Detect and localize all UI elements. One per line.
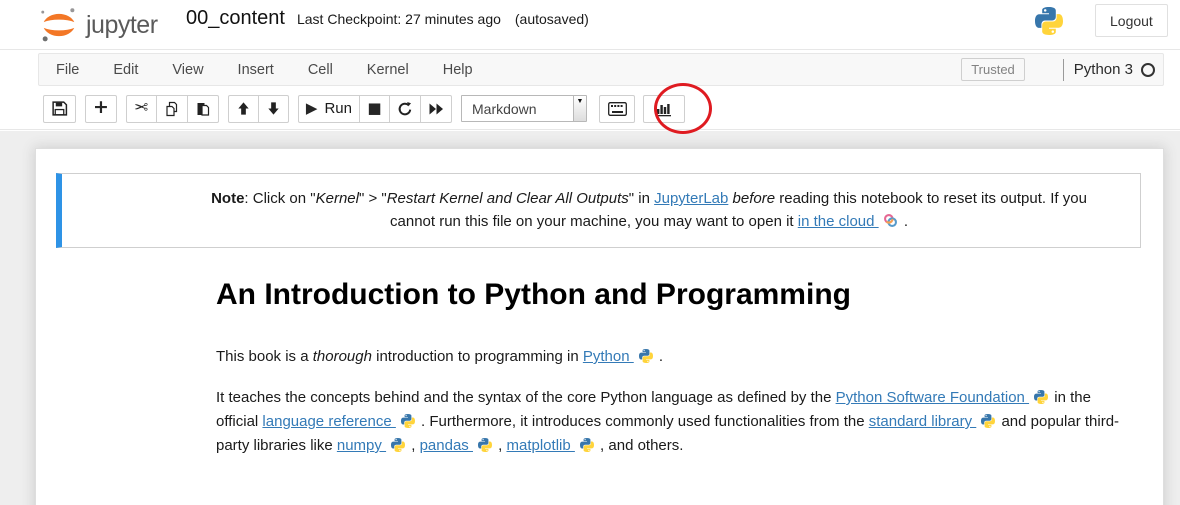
text-segment: , xyxy=(411,437,419,454)
copy-button[interactable] xyxy=(156,95,188,123)
move-cell-up-button[interactable] xyxy=(228,95,259,123)
menu-file[interactable]: File xyxy=(39,54,96,86)
text-link[interactable]: pandas xyxy=(420,437,473,454)
run-icon: ▶ xyxy=(306,101,318,116)
text-segment: introduction to programming in xyxy=(372,348,583,365)
text-link[interactable]: Python Software Foundation xyxy=(836,389,1029,406)
text-segment: . xyxy=(904,213,908,230)
separator xyxy=(1063,59,1064,81)
menu-kernel[interactable]: Kernel xyxy=(350,54,426,86)
text-segment: " in xyxy=(629,190,654,207)
menu-edit[interactable]: Edit xyxy=(96,54,155,86)
python-icon xyxy=(400,413,416,429)
notebook-title[interactable]: 00_content xyxy=(186,7,285,30)
checkpoint-status: Last Checkpoint: 27 minutes ago xyxy=(297,11,501,27)
binder-icon xyxy=(883,213,899,229)
text-segment: " > " xyxy=(359,190,387,207)
menu-row: File Edit View Insert Cell Kernel Help T… xyxy=(0,50,1180,88)
jupyter-logo-icon xyxy=(38,4,80,46)
cut-icon: ✂ xyxy=(134,100,148,117)
autosave-status: (autosaved) xyxy=(515,11,589,27)
paragraph-1: This book is a thorough introduction to … xyxy=(216,345,1123,369)
text-link[interactable]: in the cloud xyxy=(798,213,879,230)
text-segment: , and others. xyxy=(600,437,683,454)
logout-button[interactable]: Logout xyxy=(1095,4,1168,37)
title-area: 00_content Last Checkpoint: 27 minutes a… xyxy=(186,7,589,30)
note-text: Note: Click on "Kernel" > "Restart Kerne… xyxy=(199,187,1099,233)
restart-run-all-icon xyxy=(428,102,444,116)
chevron-down-icon: ▼ xyxy=(577,98,584,121)
page-title: An Introduction to Python and Programmin… xyxy=(216,278,1123,312)
toolbar: + ✂ xyxy=(0,88,1180,130)
chart-icon xyxy=(655,101,673,117)
restart-kernel-button[interactable] xyxy=(389,95,421,123)
add-cell-button[interactable]: + xyxy=(85,95,117,123)
move-down-icon xyxy=(266,101,281,116)
save-button[interactable] xyxy=(43,95,76,123)
text-segment: thorough xyxy=(313,348,372,365)
text-segment: before xyxy=(733,190,776,207)
dropdown-arrow-strip[interactable]: ▼ xyxy=(573,96,586,121)
command-palette-button[interactable] xyxy=(599,95,635,123)
text-segment: Kernel xyxy=(316,190,359,207)
markdown-cell[interactable]: An Introduction to Python and Programmin… xyxy=(216,278,1123,458)
add-cell-icon: + xyxy=(93,98,109,117)
python-logo-icon xyxy=(1033,5,1065,37)
text-segment: Restart Kernel and Clear All Outputs xyxy=(387,190,629,207)
cut-button[interactable]: ✂ xyxy=(126,95,157,123)
cell-type-select[interactable]: Markdown ▼ xyxy=(461,95,587,122)
menu-right-area: Trusted Python 3 xyxy=(961,58,1163,81)
restart-run-all-button[interactable] xyxy=(420,95,452,123)
kernel-name: Python 3 xyxy=(1074,61,1133,78)
text-link[interactable]: numpy xyxy=(337,437,386,454)
run-label: Run xyxy=(324,100,352,117)
menubar: File Edit View Insert Cell Kernel Help T… xyxy=(38,53,1164,86)
menu-insert[interactable]: Insert xyxy=(221,54,291,86)
text-link[interactable]: standard library xyxy=(869,413,977,430)
jupyter-logo[interactable]: jupyter xyxy=(38,4,158,46)
python-icon xyxy=(980,413,996,429)
stop-button[interactable]: ■ xyxy=(359,95,390,123)
python-icon xyxy=(1033,389,1049,405)
menu-help[interactable]: Help xyxy=(426,54,490,86)
text-link[interactable]: Python xyxy=(583,348,634,365)
run-button[interactable]: ▶ Run xyxy=(298,95,360,123)
paragraph-2: It teaches the concepts behind and the s… xyxy=(216,386,1123,458)
restart-kernel-icon xyxy=(397,101,413,117)
python-icon xyxy=(638,348,654,364)
python-icon xyxy=(390,437,406,453)
note-callout: Note: Click on "Kernel" > "Restart Kerne… xyxy=(56,173,1141,248)
menu-cell[interactable]: Cell xyxy=(291,54,350,86)
text-link[interactable]: language reference xyxy=(262,413,395,430)
text-link[interactable]: JupyterLab xyxy=(654,190,728,207)
notebook-canvas: Note: Click on "Kernel" > "Restart Kerne… xyxy=(0,131,1180,505)
paste-button[interactable] xyxy=(187,95,219,123)
chart-button[interactable] xyxy=(643,95,685,123)
copy-icon xyxy=(164,101,180,117)
move-up-icon xyxy=(236,101,251,116)
text-segment: . xyxy=(659,348,663,365)
text-segment: . Furthermore, it introduces commonly us… xyxy=(421,413,869,430)
text-segment: It teaches the concepts behind and the s… xyxy=(216,389,836,406)
text-segment: , xyxy=(498,437,506,454)
cell-type-value: Markdown xyxy=(462,101,573,117)
python-icon xyxy=(579,437,595,453)
trusted-badge: Trusted xyxy=(961,58,1025,81)
jupyter-logo-text: jupyter xyxy=(86,11,158,40)
paste-icon xyxy=(195,101,211,117)
text-segment: : Click on " xyxy=(244,190,315,207)
text-segment: This book is a xyxy=(216,348,313,365)
text-link[interactable]: matplotlib xyxy=(507,437,575,454)
kernel-idle-icon xyxy=(1141,63,1155,77)
text-segment: Note xyxy=(211,190,244,207)
header: jupyter 00_content Last Checkpoint: 27 m… xyxy=(0,0,1180,50)
save-icon xyxy=(51,100,68,117)
menu-view[interactable]: View xyxy=(155,54,220,86)
python-icon xyxy=(477,437,493,453)
notebook-page: Note: Click on "Kernel" > "Restart Kerne… xyxy=(35,148,1164,505)
move-cell-down-button[interactable] xyxy=(258,95,289,123)
stop-icon: ■ xyxy=(367,101,381,116)
command-palette-icon xyxy=(608,102,627,116)
